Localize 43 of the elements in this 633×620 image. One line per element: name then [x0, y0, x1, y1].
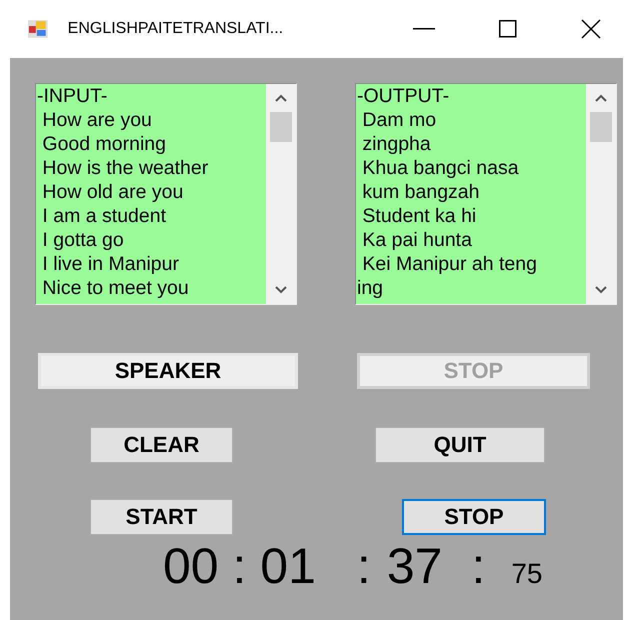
scroll-thumb[interactable]	[270, 112, 292, 142]
text-line: How is the weather	[41, 156, 210, 180]
text-line: ing	[357, 276, 384, 300]
timer-text: :	[471, 541, 486, 591]
text-line: How are you	[41, 108, 153, 132]
timer-text: :	[356, 541, 371, 591]
timer-text: 00 : 01	[163, 541, 316, 591]
text-line: -INPUT-	[37, 84, 108, 108]
action-button[interactable]: QUIT	[375, 427, 545, 463]
scroll-up-icon[interactable]	[274, 93, 288, 103]
action-button[interactable]: SPEAKER	[38, 353, 298, 389]
text-line: -OUTPUT-	[357, 84, 450, 108]
text-line: kum bangzah	[361, 180, 480, 204]
text-line: I am a student	[41, 204, 167, 228]
scroll-down-icon[interactable]	[274, 285, 288, 295]
text-line: Student ka hi	[361, 204, 478, 228]
text-line: Ka pai hunta	[361, 228, 473, 252]
scroll-up-icon[interactable]	[594, 93, 608, 103]
scrollbar[interactable]	[586, 84, 616, 304]
action-button[interactable]: START	[90, 499, 233, 535]
text-line: Nice to meet you	[41, 276, 190, 300]
window-title: ENGLISHPAITETRANSLATI...	[68, 19, 284, 39]
scroll-down-icon[interactable]	[594, 285, 608, 295]
text-line: Good morning	[41, 132, 167, 156]
app-icon	[28, 20, 48, 38]
text-line: zingpha	[361, 132, 432, 156]
text-line: I gotta go	[41, 228, 125, 252]
scrollbar[interactable]	[266, 84, 296, 304]
maximize-icon	[498, 20, 517, 38]
output-text-box[interactable]: -OUTPUT- Dam mo zingpha Khua bangci nasa kum bangzah Student ka hi Ka pai hunta Kei Manipur ah teng ing	[355, 83, 617, 305]
close-icon	[581, 19, 602, 39]
text-line: Khua bangci nasa	[361, 156, 520, 180]
text-line: Kei Manipur ah teng	[361, 252, 538, 276]
action-button[interactable]: STOP	[402, 499, 546, 535]
input-text-box[interactable]: -INPUT- How are you Good morning How is the weather How old are you I am a student I gotta go I live in Manipur Nice to meet you	[35, 83, 297, 305]
action-button[interactable]: CLEAR	[90, 427, 233, 463]
text-line: How old are you	[41, 180, 184, 204]
timer-text: 75	[511, 560, 542, 588]
text-line: Dam mo	[361, 108, 438, 132]
text-line: I live in Manipur	[41, 252, 180, 276]
scroll-thumb[interactable]	[590, 112, 612, 142]
timer-text: 37	[386, 541, 442, 591]
minimize-icon	[413, 28, 436, 30]
